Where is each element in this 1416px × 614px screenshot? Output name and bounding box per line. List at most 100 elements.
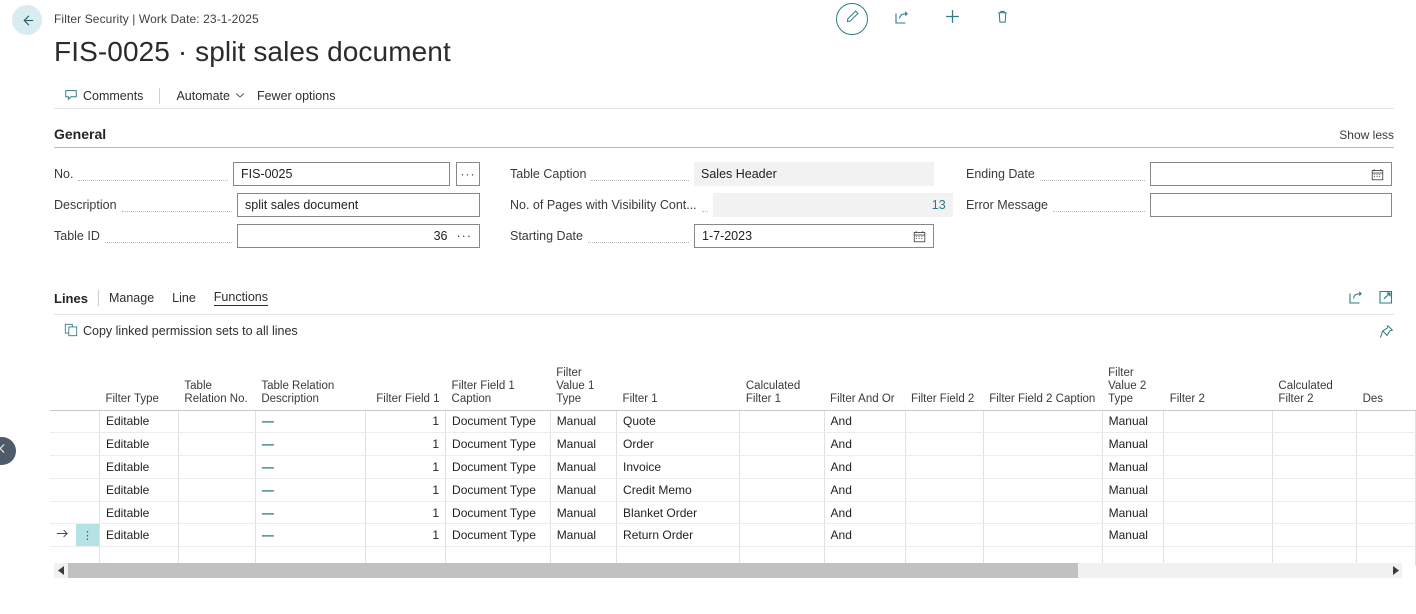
cell-description[interactable] — [1356, 432, 1416, 457]
cell-table-relation-description[interactable]: — — [255, 523, 367, 548]
table-row[interactable]: Editable —1 Document Type Manual Invoice And M… — [50, 455, 1416, 479]
cell-filter-value-2-type[interactable]: Manual — [1102, 478, 1165, 502]
cell-calculated-filter-1[interactable] — [739, 410, 825, 434]
cell-filter-field-2[interactable] — [905, 410, 984, 434]
cell-filter-2[interactable] — [1163, 410, 1273, 434]
cell-filter-1[interactable]: Return Order — [616, 523, 741, 548]
share-button[interactable] — [886, 3, 918, 35]
cell-filter-field-1-caption[interactable]: Document Type — [445, 455, 551, 479]
cell-table-relation-description[interactable]: — — [255, 432, 367, 457]
lookup-link[interactable]: — — [262, 506, 274, 520]
cell-description[interactable] — [1356, 478, 1416, 502]
cell-calculated-filter-1[interactable] — [739, 523, 825, 548]
ending-date-input[interactable] — [1150, 162, 1392, 186]
col-filter-2[interactable]: Filter 2 — [1163, 366, 1273, 411]
cell-table-relation-no[interactable] — [178, 501, 256, 525]
col-filter-value-1-type[interactable]: Filter Value 1 Type — [550, 366, 617, 411]
col-filter-type[interactable]: Filter Type — [99, 366, 179, 411]
cell-filter-value-2-type[interactable]: Manual — [1102, 501, 1165, 525]
cell-filter-and-or[interactable]: And — [824, 410, 906, 434]
col-filter-value-2-type[interactable]: Filter Value 2 Type — [1102, 366, 1164, 411]
cell-filter-and-or[interactable]: And — [824, 478, 906, 502]
col-filter-field-2[interactable]: Filter Field 2 — [905, 366, 984, 411]
cell-calculated-filter-2[interactable] — [1272, 501, 1358, 525]
cell-filter-value-1-type[interactable]: Manual — [550, 523, 618, 548]
horizontal-scrollbar[interactable] — [54, 563, 1402, 578]
row-menu-button[interactable] — [75, 501, 100, 525]
cell-filter-field-2-caption[interactable] — [983, 455, 1103, 479]
delete-button[interactable] — [986, 3, 1018, 35]
cell-filter-and-or[interactable]: And — [824, 501, 906, 525]
cell-filter-field-2[interactable] — [905, 501, 984, 525]
cell-filter-type[interactable]: Editable — [99, 410, 179, 434]
cell-calculated-filter-1[interactable] — [739, 455, 825, 479]
comments-button[interactable]: Comments — [54, 88, 149, 105]
cell-filter-1[interactable]: Quote — [616, 410, 741, 434]
lookup-link[interactable]: — — [262, 414, 274, 428]
cell-filter-field-2-caption[interactable] — [983, 410, 1103, 434]
col-filter-field-2-caption[interactable]: Filter Field 2 Caption — [983, 366, 1103, 411]
cell-table-relation-no[interactable] — [178, 455, 256, 479]
cell-filter-field-2-caption[interactable] — [983, 478, 1103, 502]
col-table-relation-no[interactable]: Table Relation No. — [178, 366, 256, 411]
starting-date-input[interactable]: 1-7-2023 — [694, 224, 934, 248]
cell-filter-value-1-type[interactable]: Manual — [550, 455, 618, 479]
col-filter-and-or[interactable]: Filter And Or — [824, 366, 906, 411]
cell-filter-field-2-caption[interactable] — [983, 501, 1103, 525]
table-id-assist-edit-button[interactable]: ··· — [457, 229, 473, 243]
cell-filter-value-1-type[interactable]: Manual — [550, 410, 618, 434]
col-filter-field-1[interactable]: Filter Field 1 — [365, 366, 446, 411]
cell-filter-value-1-type[interactable]: Manual — [550, 501, 618, 525]
cell-calculated-filter-2[interactable] — [1272, 432, 1358, 457]
cell-filter-value-2-type[interactable]: Manual — [1102, 523, 1165, 548]
cell-filter-field-1[interactable]: 1 — [365, 455, 447, 479]
cell-filter-field-1-caption[interactable]: Document Type — [445, 432, 551, 457]
lines-tab-functions[interactable]: Functions — [213, 290, 268, 306]
fewer-options-button[interactable]: Fewer options — [251, 89, 342, 103]
cell-filter-field-2[interactable] — [905, 432, 984, 457]
new-button[interactable] — [936, 3, 968, 35]
lookup-link[interactable]: — — [262, 460, 274, 474]
scrollbar-thumb[interactable] — [68, 563, 1078, 578]
cell-description[interactable] — [1356, 501, 1416, 525]
table-row[interactable]: Editable —1 Document Type Manual Order And Man… — [50, 432, 1416, 457]
cell-filter-field-1[interactable]: 1 — [365, 432, 447, 457]
automate-menu[interactable]: Automate — [170, 89, 251, 103]
back-button[interactable] — [12, 5, 42, 35]
row-menu-button[interactable] — [75, 478, 100, 502]
cell-description[interactable] — [1356, 455, 1416, 479]
cell-filter-1[interactable]: Blanket Order — [616, 501, 741, 525]
cell-calculated-filter-1[interactable] — [739, 432, 825, 457]
cell-calculated-filter-1[interactable] — [739, 478, 825, 502]
cell-filter-value-2-type[interactable]: Manual — [1102, 455, 1165, 479]
cell-filter-field-2-caption[interactable] — [983, 432, 1103, 457]
cell-table-relation-no[interactable] — [178, 478, 256, 502]
col-filter-1[interactable]: Filter 1 — [616, 366, 740, 411]
cell-filter-field-2[interactable] — [905, 523, 984, 548]
table-row[interactable]: Editable —1 Document Type Manual Quote And Man… — [50, 410, 1416, 434]
cell-filter-value-1-type[interactable]: Manual — [550, 432, 618, 457]
cell-filter-type[interactable]: Editable — [99, 432, 179, 457]
row-menu-button[interactable] — [75, 410, 100, 434]
table-row[interactable]: Editable —1 Document Type Manual Credit Memo… — [50, 478, 1416, 502]
cell-table-relation-description[interactable]: — — [255, 455, 367, 479]
cell-filter-field-1[interactable]: 1 — [365, 523, 447, 548]
cell-filter-type[interactable]: Editable — [99, 501, 179, 525]
pin-icon[interactable] — [1379, 324, 1394, 339]
cell-filter-field-1[interactable]: 1 — [365, 478, 447, 502]
cell-filter-field-1-caption[interactable]: Document Type — [445, 410, 551, 434]
cell-filter-2[interactable] — [1163, 478, 1273, 502]
error-message-input[interactable] — [1150, 193, 1392, 217]
cell-filter-field-1[interactable]: 1 — [365, 501, 447, 525]
cell-filter-value-2-type[interactable]: Manual — [1102, 410, 1165, 434]
col-filter-field-1-caption[interactable]: Filter Field 1 Caption — [445, 366, 551, 411]
cell-filter-type[interactable]: Editable — [99, 478, 179, 502]
cell-filter-value-2-type[interactable]: Manual — [1102, 432, 1165, 457]
cell-filter-2[interactable] — [1163, 523, 1273, 548]
cell-calculated-filter-2[interactable] — [1272, 478, 1358, 502]
cell-filter-field-2[interactable] — [905, 478, 984, 502]
copy-permission-sets-button[interactable]: Copy linked permission sets to all lines — [54, 323, 304, 340]
cell-calculated-filter-1[interactable] — [739, 501, 825, 525]
cell-filter-1[interactable]: Credit Memo — [616, 478, 741, 502]
cell-filter-2[interactable] — [1163, 501, 1273, 525]
